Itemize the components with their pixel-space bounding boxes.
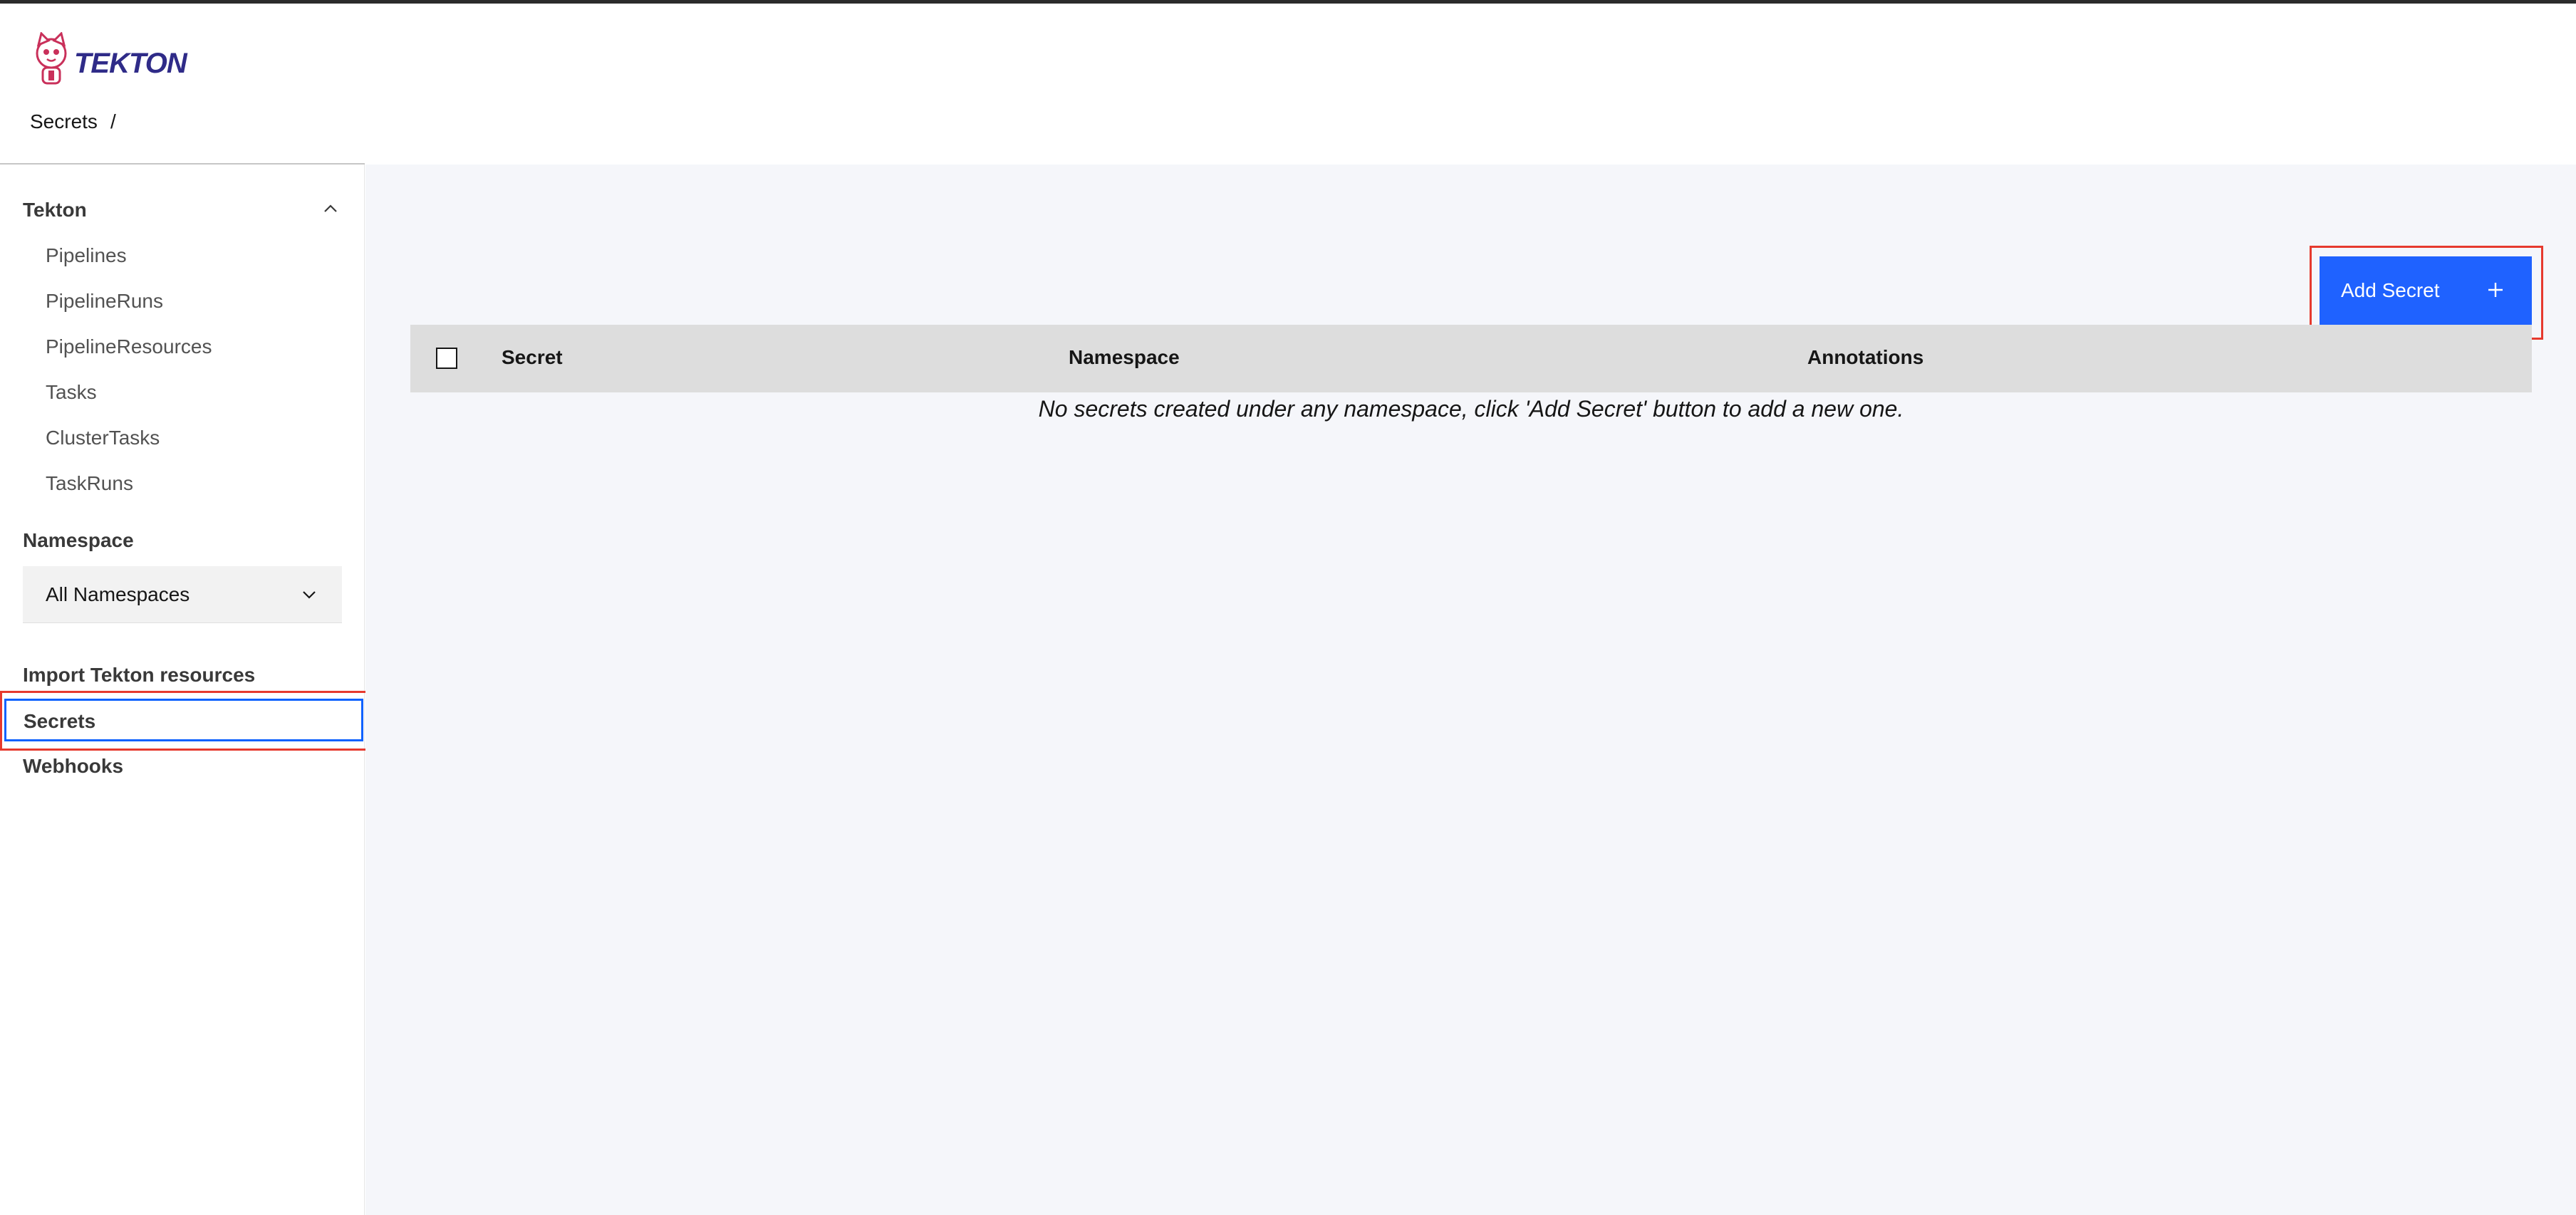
empty-state-message: No secrets created under any namespace, … — [1038, 396, 1904, 422]
namespace-selected-value: All Namespaces — [46, 583, 190, 605]
column-annotations[interactable]: Annotations — [1807, 346, 1923, 369]
sidebar-item-taskruns[interactable]: TaskRuns — [46, 472, 133, 495]
sidebar-item-tasks[interactable]: Tasks — [46, 381, 97, 404]
namespace-label: Namespace — [23, 529, 134, 551]
sidebar-item-pipelineresources[interactable]: PipelineResources — [46, 335, 212, 358]
tekton-logo[interactable]: TEKTON — [28, 31, 187, 86]
chevron-down-icon — [303, 591, 316, 599]
sidebar: Tekton Pipelines PipelineRuns PipelineRe… — [0, 165, 365, 1215]
namespace-dropdown[interactable]: All Namespaces — [23, 566, 342, 623]
select-all-checkbox[interactable] — [436, 348, 457, 369]
sidebar-item-pipelineruns[interactable]: PipelineRuns — [46, 290, 163, 313]
add-secret-button[interactable]: Add Secret — [2320, 256, 2532, 325]
main-content — [365, 165, 2576, 1215]
breadcrumb: Secrets / — [30, 110, 116, 133]
sidebar-section-tekton[interactable]: Tekton — [23, 199, 87, 221]
sidebar-link-webhooks[interactable]: Webhooks — [23, 755, 123, 778]
column-namespace[interactable]: Namespace — [1069, 346, 1180, 369]
sidebar-item-clustertasks[interactable]: ClusterTasks — [46, 427, 160, 449]
sidebar-link-secrets-label: Secrets — [24, 710, 96, 732]
breadcrumb-current[interactable]: Secrets — [30, 110, 98, 133]
secrets-table-header: Secret Namespace Annotations — [410, 325, 2532, 392]
add-secret-label: Add Secret — [2341, 279, 2440, 301]
sidebar-item-pipelines[interactable]: Pipelines — [46, 244, 127, 267]
breadcrumb-separator: / — [110, 110, 116, 132]
logo-text: TEKTON — [74, 48, 187, 79]
plus-icon — [2488, 283, 2503, 297]
sidebar-link-import-resources[interactable]: Import Tekton resources — [23, 664, 255, 687]
chevron-up-icon[interactable] — [322, 200, 339, 217]
sidebar-link-secrets[interactable]: Secrets — [4, 699, 363, 741]
column-secret[interactable]: Secret — [502, 346, 563, 369]
header: TEKTON Secrets / — [0, 4, 2576, 164]
